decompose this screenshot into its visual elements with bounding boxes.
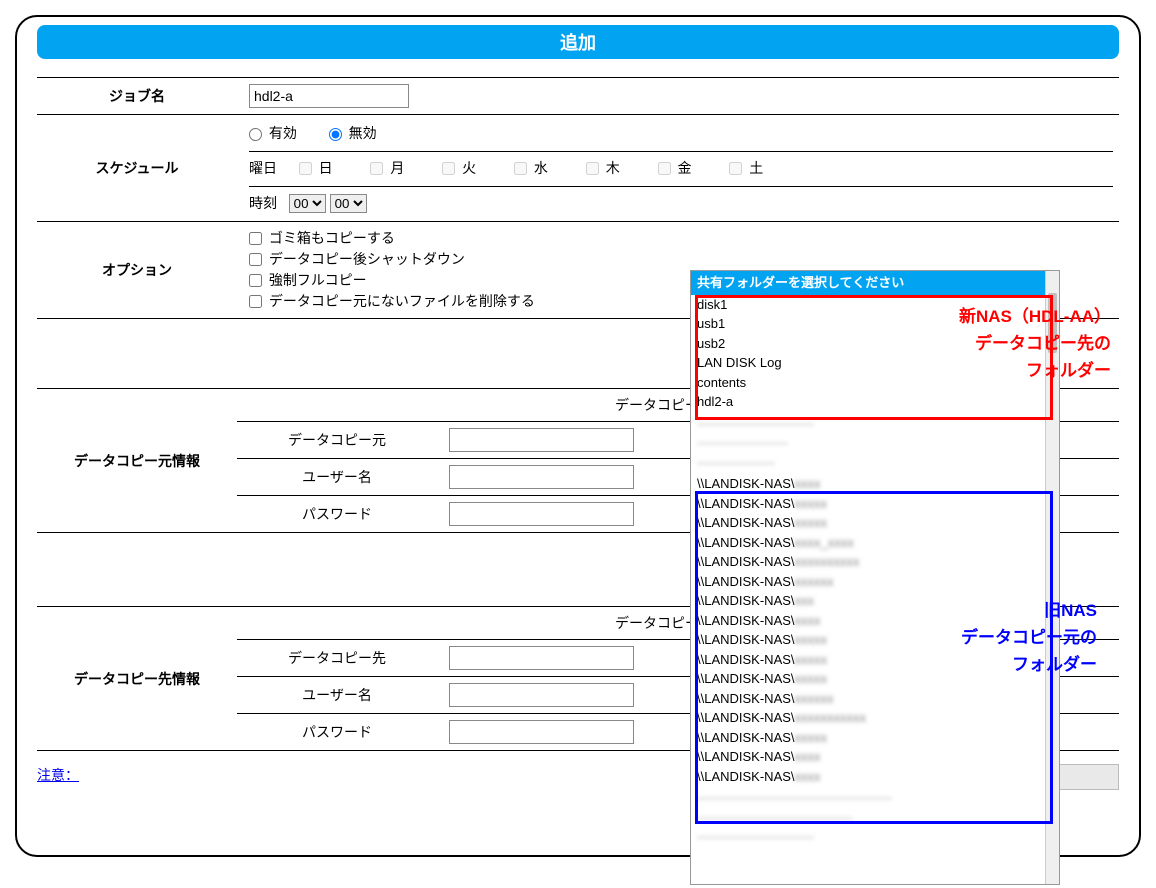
folder-item[interactable]: \\LANDISK-NAS\xxxxxxxxxxx [697, 708, 1053, 728]
time-label: 時刻 [249, 195, 277, 211]
folder-select-title: 共有フォルダーを選択してください [691, 271, 1059, 295]
folder-item[interactable]: usb1 [697, 314, 1053, 334]
src-input[interactable] [449, 428, 634, 452]
folder-list-blur-bottom: ———————————————————————————————————— [691, 788, 1059, 849]
day-wed-checkbox[interactable] [514, 162, 527, 175]
opt-trash-checkbox[interactable] [249, 232, 262, 245]
day-thu-checkbox[interactable] [586, 162, 599, 175]
disabled-label: 無効 [349, 125, 377, 141]
folder-item-blurred[interactable]: ————————— [697, 827, 1053, 847]
folder-item[interactable]: \\LANDISK-NAS\xxx [697, 591, 1053, 611]
note-link[interactable]: 注意： [37, 767, 79, 783]
folder-item-blurred[interactable]: ——————————————— [697, 788, 1053, 808]
folder-item[interactable]: \\LANDISK-NAS\xxxxx [697, 630, 1053, 650]
panel-title: 追加 [37, 25, 1119, 59]
src-info-label: データコピー元情報 [37, 389, 237, 533]
folder-select-popup[interactable]: 共有フォルダーを選択してください disk1usb1usb2LAN DISK L… [690, 270, 1060, 885]
folder-item[interactable]: \\LANDISK-NAS\xxxxx [697, 650, 1053, 670]
src-pass-label: パスワード [237, 496, 437, 533]
folder-item[interactable]: \\LANDISK-NAS\xxxxxxxxxx [697, 552, 1053, 572]
day-sat-checkbox[interactable] [729, 162, 742, 175]
folder-item[interactable]: \\LANDISK-NAS\xxxxx [697, 669, 1053, 689]
folder-item[interactable]: \\LANDISK-NAS\xxxxxx [697, 689, 1053, 709]
src-label: データコピー元 [237, 422, 437, 459]
options-label: オプション [37, 222, 237, 319]
settings-panel: 追加 ジョブ名 スケジュール 有効 無効 曜日 日 月 火 [15, 15, 1141, 857]
opt-deletemissing-checkbox[interactable] [249, 295, 262, 308]
folder-item-blurred[interactable]: ————————— [697, 414, 1053, 434]
folder-item[interactable]: disk1 [697, 295, 1053, 315]
opt-shutdown-checkbox[interactable] [249, 253, 262, 266]
folder-item[interactable]: \\LANDISK-NAS\xxxx_xxxx [697, 533, 1053, 553]
dst-user-label: ユーザー名 [237, 677, 437, 714]
dst-pass-input[interactable] [449, 720, 634, 744]
folder-item[interactable]: \\LANDISK-NAS\xxxxx [697, 513, 1053, 533]
folder-item[interactable]: \\LANDISK-NAS\xxxx [697, 747, 1053, 767]
dst-pass-label: パスワード [237, 714, 437, 751]
time-hour-select[interactable]: 00 [289, 194, 326, 213]
folder-item[interactable]: \\LANDISK-NAS\xxxxx [697, 728, 1053, 748]
folder-item-blurred[interactable]: ———————————— [697, 808, 1053, 828]
day-sun-checkbox[interactable] [299, 162, 312, 175]
folder-item[interactable]: \\LANDISK-NAS\xxxxxx [697, 572, 1053, 592]
jobname-input[interactable] [249, 84, 409, 108]
folder-item[interactable]: \\LANDISK-NAS\xxxx [697, 611, 1053, 631]
enabled-label: 有効 [269, 125, 297, 141]
day-mon-checkbox[interactable] [370, 162, 383, 175]
src-user-input[interactable] [449, 465, 634, 489]
dst-user-input[interactable] [449, 683, 634, 707]
jobname-label: ジョブ名 [37, 78, 237, 115]
src-pass-input[interactable] [449, 502, 634, 526]
folder-item[interactable]: contents [697, 373, 1053, 393]
time-minute-select[interactable]: 00 [330, 194, 367, 213]
schedule-enabled-radio[interactable] [249, 128, 262, 141]
dow-label: 曜日 [249, 160, 277, 176]
dst-info-label: データコピー先情報 [37, 607, 237, 751]
folder-item[interactable]: \\LANDISK-NAS\xxxxx [697, 494, 1053, 514]
day-fri-checkbox[interactable] [658, 162, 671, 175]
day-tue-checkbox[interactable] [442, 162, 455, 175]
opt-fullcopy-checkbox[interactable] [249, 274, 262, 287]
folder-list-blur-top: —————————————————————— [691, 414, 1059, 475]
dst-input[interactable] [449, 646, 634, 670]
folder-item[interactable]: LAN DISK Log [697, 353, 1053, 373]
folder-list-local: disk1usb1usb2LAN DISK Logcontentshdl2-a [691, 295, 1059, 414]
dst-label: データコピー先 [237, 640, 437, 677]
folder-item[interactable]: hdl2-a [697, 392, 1053, 412]
folder-item-blurred[interactable]: —————— [697, 453, 1053, 473]
schedule-disabled-radio[interactable] [329, 128, 342, 141]
folder-item[interactable]: usb2 [697, 334, 1053, 354]
src-user-label: ユーザー名 [237, 459, 437, 496]
folder-item-blurred[interactable]: ——————— [697, 433, 1053, 453]
folder-item[interactable]: \\LANDISK-NAS\xxxx [697, 767, 1053, 787]
folder-item[interactable]: \\LANDISK-NAS\xxxx [697, 474, 1053, 494]
schedule-label: スケジュール [37, 115, 237, 222]
folder-list-remote: \\LANDISK-NAS\xxxx\\LANDISK-NAS\xxxxx\\L… [691, 474, 1059, 788]
